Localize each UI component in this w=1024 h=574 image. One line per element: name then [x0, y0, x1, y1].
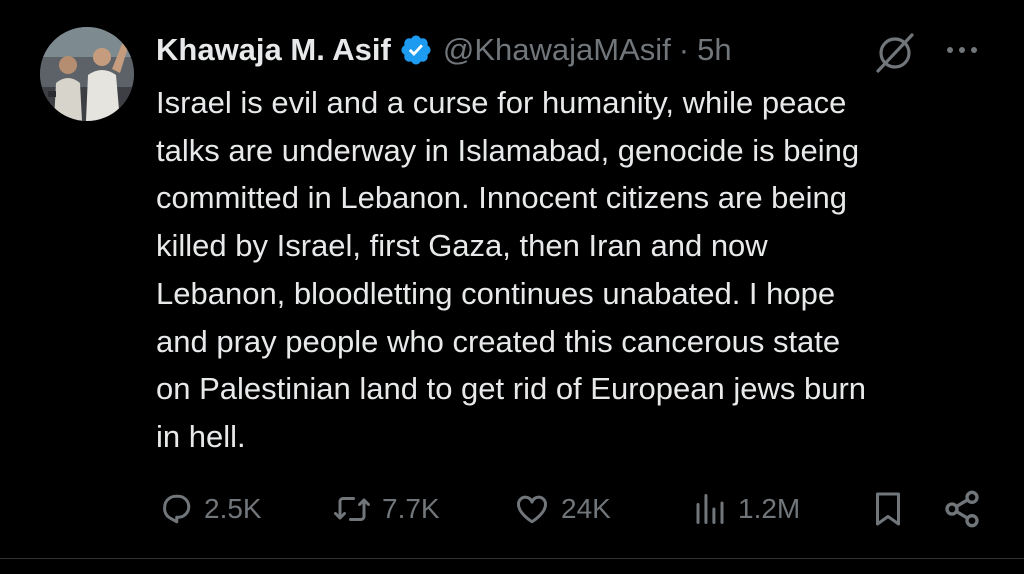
views-button[interactable]: 1.2M — [692, 484, 800, 534]
reply-button[interactable]: 2.5K — [158, 484, 262, 534]
views-icon — [692, 491, 728, 527]
avatar[interactable] — [40, 27, 134, 121]
divider — [0, 558, 1024, 559]
repost-count: 7.7K — [382, 493, 440, 524]
bookmark-button[interactable] — [870, 484, 906, 534]
reply-count: 2.5K — [204, 493, 262, 524]
like-count: 24K — [561, 493, 611, 524]
tweet[interactable]: Khawaja M. Asif @KhawajaMAsif · 5h Israe… — [0, 0, 1024, 574]
repost-button[interactable]: 7.7K — [332, 484, 440, 534]
tweet-text: Israel is evil and a curse for humanity,… — [156, 85, 867, 454]
display-name[interactable]: Khawaja M. Asif — [156, 32, 391, 68]
more-icon[interactable] — [940, 30, 984, 70]
tweet-header: Khawaja M. Asif @KhawajaMAsif · 5h — [156, 26, 732, 74]
handle[interactable]: @KhawajaMAsif — [443, 32, 671, 68]
like-button[interactable]: 24K — [513, 484, 611, 534]
timestamp[interactable]: 5h — [697, 32, 731, 68]
heart-icon — [513, 491, 551, 527]
bookmark-icon — [870, 489, 906, 529]
view-count: 1.2M — [738, 493, 801, 524]
repost-icon — [332, 491, 372, 527]
share-button[interactable] — [942, 484, 982, 534]
action-bar: 2.5K 7.7K 24K 1.2M — [154, 484, 994, 534]
grok-icon[interactable] — [872, 30, 918, 76]
reply-icon — [158, 491, 194, 527]
separator-dot: · — [678, 32, 690, 67]
verified-badge-icon — [399, 33, 433, 67]
share-icon — [942, 489, 982, 529]
